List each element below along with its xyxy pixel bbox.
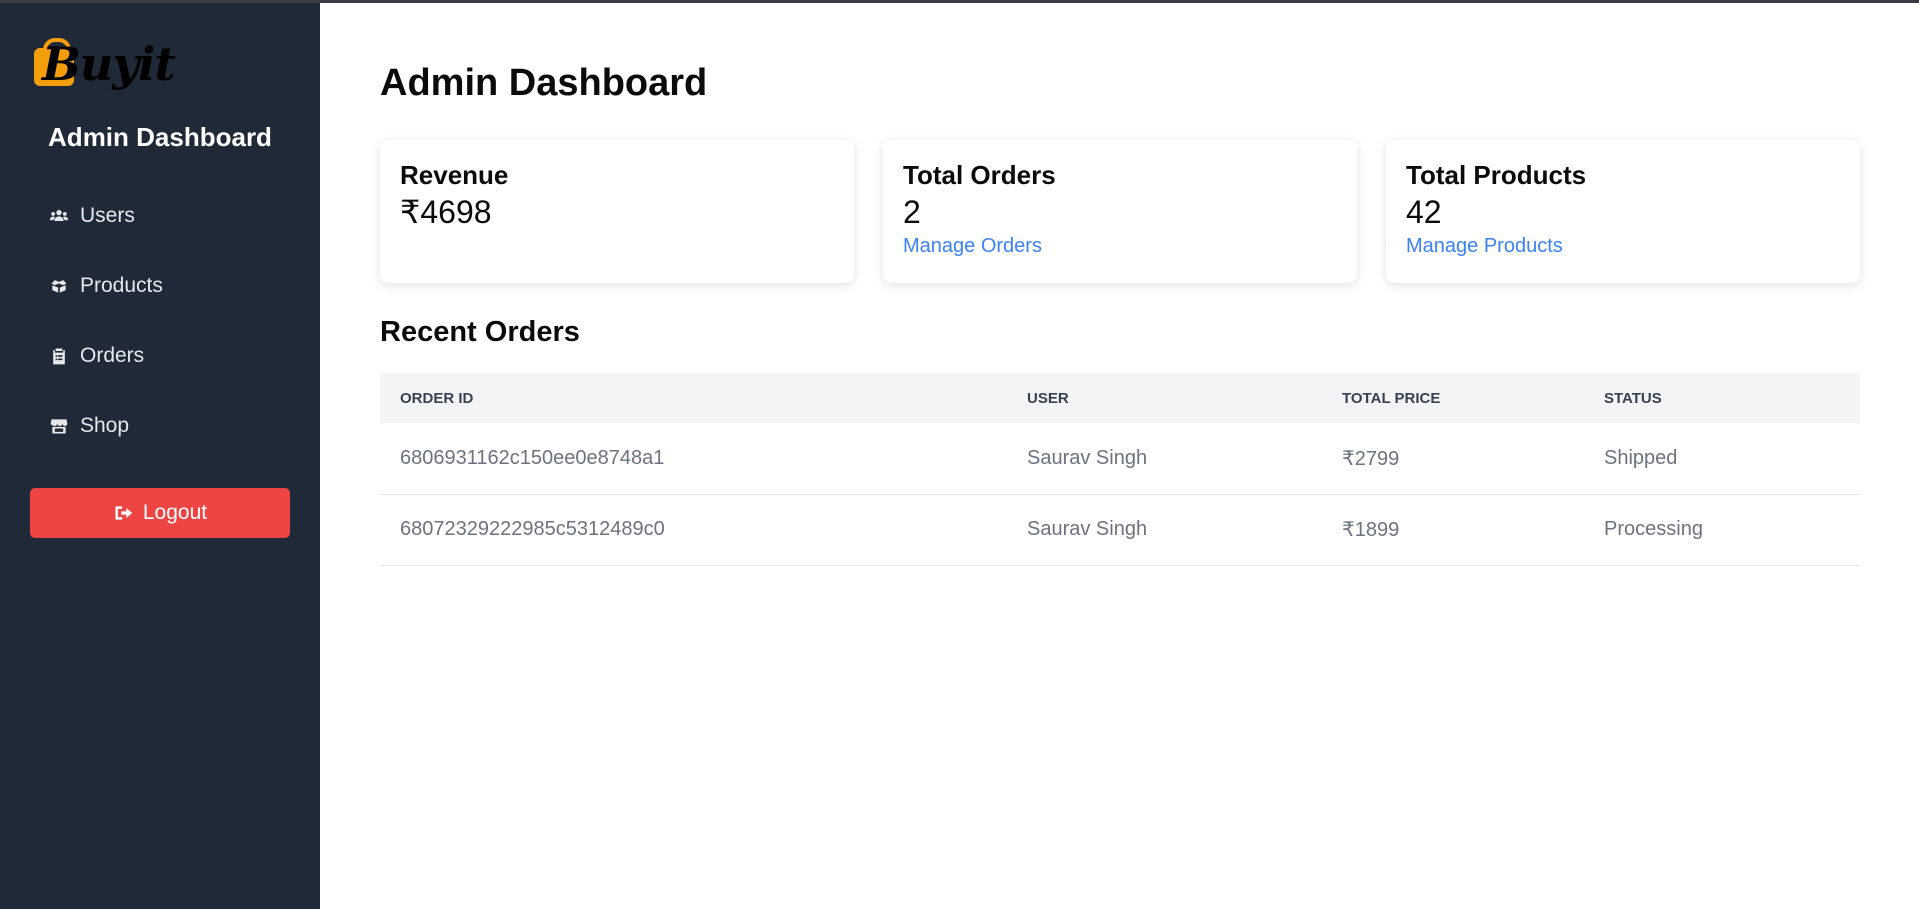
buyit-logo[interactable]: Buyit <box>34 34 176 91</box>
manage-products-link[interactable]: Manage Products <box>1406 232 1840 260</box>
sidebar-item-shop[interactable]: Shop <box>48 406 163 446</box>
users-icon <box>48 205 70 227</box>
card-title: Total Orders <box>903 160 1056 190</box>
card-value: ₹4698 <box>400 194 492 230</box>
boxes-icon <box>48 275 70 297</box>
manage-orders-link[interactable]: Manage Orders <box>903 232 1337 260</box>
window-top-border <box>0 0 1919 3</box>
sidebar-item-products[interactable]: Products <box>48 266 163 306</box>
logout-button[interactable]: Logout <box>30 488 290 538</box>
total-orders-card: Total Orders 2 Manage Orders <box>883 140 1357 283</box>
logout-label: Logout <box>142 501 208 524</box>
table-row[interactable]: 68072329222985c5312489c0 Saurav Singh ₹1… <box>380 494 1860 565</box>
sidebar-nav: Users Products Orders Shop <box>48 196 163 476</box>
card-title: Revenue <box>400 160 509 190</box>
store-icon <box>48 415 70 437</box>
total-price-cell: ₹1899 <box>1342 519 1400 541</box>
sidebar-item-users[interactable]: Users <box>48 196 163 236</box>
sidebar-item-label: Shop <box>80 414 130 437</box>
table-header-row: Order ID User Total Price Status <box>380 373 1860 423</box>
status-cell: Shipped <box>1604 446 1678 469</box>
clipboard-list-icon <box>48 345 70 367</box>
order-id-cell: 6806931162c150ee0e8748a1 <box>400 446 665 469</box>
sidebar-item-label: Orders <box>80 344 145 367</box>
sidebar-item-label: Products <box>80 274 163 297</box>
total-price-cell: ₹2799 <box>1342 447 1400 470</box>
column-header-status: Status <box>1604 389 1662 407</box>
sidebar-item-label: Users <box>80 204 135 227</box>
recent-orders-table: Order ID User Total Price Status 6806931… <box>380 373 1860 566</box>
user-cell: Saurav Singh <box>1027 518 1148 540</box>
sidebar: Buyit Admin Dashboard Users Products Ord… <box>0 0 320 909</box>
column-header-order-id: Order ID <box>400 389 474 407</box>
card-value: 2 <box>903 194 921 230</box>
card-title: Total Products <box>1406 160 1587 190</box>
recent-orders-title: Recent Orders <box>380 316 580 348</box>
logo-text: Buyit <box>42 37 176 91</box>
order-id-cell: 68072329222985c5312489c0 <box>400 518 665 540</box>
user-cell: Saurav Singh <box>1027 446 1148 469</box>
sidebar-item-orders[interactable]: Orders <box>48 336 163 376</box>
column-header-total-price: Total Price <box>1342 389 1441 407</box>
stats-cards: Revenue ₹4698 Total Orders 2 Manage Orde… <box>380 140 1860 283</box>
total-products-card: Total Products 42 Manage Products <box>1386 140 1860 283</box>
revenue-card: Revenue ₹4698 <box>380 140 854 283</box>
table-row[interactable]: 6806931162c150ee0e8748a1 Saurav Singh ₹2… <box>380 423 1860 494</box>
card-value: 42 <box>1406 194 1442 230</box>
sign-out-icon <box>115 506 133 520</box>
column-header-user: User <box>1027 389 1069 407</box>
page-title: Admin Dashboard <box>380 62 708 104</box>
status-cell: Processing <box>1604 518 1703 540</box>
sidebar-title: Admin Dashboard <box>48 122 272 152</box>
